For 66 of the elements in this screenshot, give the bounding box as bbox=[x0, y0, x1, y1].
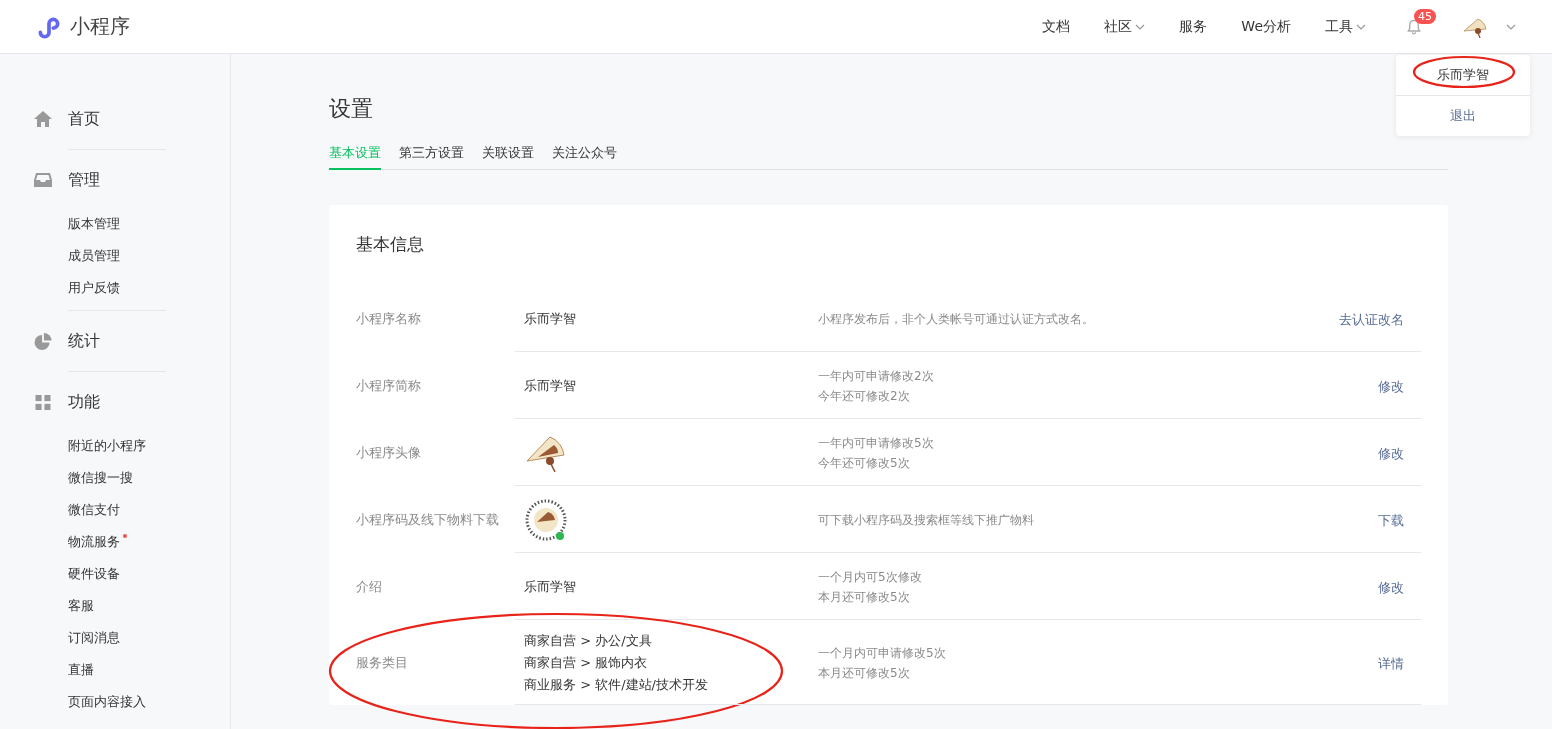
field-label: 小程序码及线下物料下载 bbox=[356, 510, 500, 529]
action-link[interactable]: 修改 bbox=[1378, 378, 1404, 394]
field-value: 商家自营 > 服饰内衣 bbox=[524, 653, 649, 672]
hint-text: 可下载小程序码及搜索框等线下推广物料 bbox=[818, 511, 1035, 529]
action-link[interactable]: 修改 bbox=[1378, 445, 1404, 461]
nav-link[interactable]: 文档 bbox=[1042, 17, 1071, 36]
hint-text: 一个月内可申请修改5次 bbox=[818, 644, 947, 662]
sidebar-group-link[interactable]: 统计 bbox=[68, 330, 100, 352]
nav-link[interactable]: 工具 bbox=[1325, 17, 1353, 36]
pie-chart-icon bbox=[34, 332, 52, 350]
sidebar-item[interactable]: 物流服务 bbox=[68, 533, 120, 551]
sidebar-group-link[interactable]: 管理 bbox=[68, 169, 100, 191]
tab[interactable]: 第三方设置 bbox=[399, 144, 464, 170]
action-link[interactable]: 下载 bbox=[1378, 512, 1404, 528]
caret-icon[interactable] bbox=[1356, 23, 1366, 30]
sidebar-item[interactable]: 直播 bbox=[68, 661, 94, 679]
page-title: 设置 bbox=[329, 95, 374, 123]
caret-icon[interactable] bbox=[1135, 23, 1146, 30]
hint-text: 本月还可修改5次 bbox=[818, 588, 911, 606]
field-label: 服务类目 bbox=[356, 653, 409, 672]
home-icon bbox=[34, 111, 52, 127]
sidebar-item[interactable]: 订阅消息 bbox=[68, 629, 120, 647]
sidebar-item[interactable]: 页面内容接入 bbox=[68, 693, 146, 711]
field-value: 乐而学智 bbox=[524, 577, 577, 596]
hint-text: 一年内可申请修改2次 bbox=[818, 367, 935, 385]
field-label: 小程序名称 bbox=[356, 309, 422, 328]
grid-icon bbox=[34, 394, 52, 410]
sidebar-group-link[interactable]: 首页 bbox=[68, 108, 100, 130]
hint-text: 小程序发布后，非个人类帐号可通过认证方式改名。 bbox=[818, 310, 1095, 328]
card-title: 基本信息 bbox=[356, 233, 425, 256]
hint-text: 一年内可申请修改5次 bbox=[818, 434, 935, 452]
field-label: 小程序头像 bbox=[356, 443, 422, 462]
sidebar-item[interactable]: 微信搜一搜 bbox=[68, 469, 133, 487]
nav-link[interactable]: We分析 bbox=[1241, 17, 1291, 36]
logo-text: 小程序 bbox=[70, 13, 130, 40]
sidebar-group-link[interactable]: 功能 bbox=[68, 391, 100, 413]
sidebar-item[interactable]: 版本管理 bbox=[68, 215, 120, 233]
action-link[interactable]: 去认证改名 bbox=[1339, 311, 1404, 327]
nav-link[interactable]: 社区 bbox=[1104, 17, 1133, 36]
action-link[interactable]: 详情 bbox=[1378, 655, 1404, 671]
bell-icon[interactable] bbox=[1406, 18, 1422, 35]
inbox-icon bbox=[34, 172, 52, 188]
sidebar-item[interactable]: 微信支付 bbox=[68, 501, 120, 519]
field-value: 乐而学智 bbox=[524, 309, 577, 328]
hint-text: 本月还可修改5次 bbox=[818, 664, 911, 682]
tab[interactable]: 关联设置 bbox=[482, 144, 534, 170]
sidebar-item[interactable]: 硬件设备 bbox=[68, 565, 120, 583]
qr-code-drawing bbox=[524, 497, 568, 542]
field-value: 商业服务 > 软件/建站/技术开发 bbox=[524, 675, 709, 694]
hint-text: 今年还可修改5次 bbox=[818, 454, 911, 472]
field-label: 介绍 bbox=[356, 577, 383, 596]
caret-icon[interactable] bbox=[1506, 23, 1516, 30]
notification-badge: 45 bbox=[1414, 8, 1436, 24]
sidebar-item[interactable]: 附近的小程序 bbox=[68, 437, 146, 455]
sidebar-item[interactable]: 成员管理 bbox=[68, 247, 120, 265]
menu-item[interactable]: 退出 bbox=[1450, 107, 1476, 125]
tab[interactable]: 关注公众号 bbox=[552, 144, 617, 170]
field-value: 乐而学智 bbox=[524, 376, 577, 395]
action-link[interactable]: 修改 bbox=[1378, 579, 1404, 595]
nav-link[interactable]: 服务 bbox=[1179, 17, 1208, 36]
sidebar-item[interactable]: 客服 bbox=[68, 597, 94, 615]
sidebar-item[interactable]: 用户反馈 bbox=[68, 279, 120, 297]
field-label: 小程序简称 bbox=[356, 376, 422, 395]
field-value: 商家自营 > 办公/文具 bbox=[524, 631, 653, 650]
hint-text: 今年还可修改2次 bbox=[818, 387, 911, 405]
hint-text: 一个月内可5次修改 bbox=[818, 568, 923, 586]
